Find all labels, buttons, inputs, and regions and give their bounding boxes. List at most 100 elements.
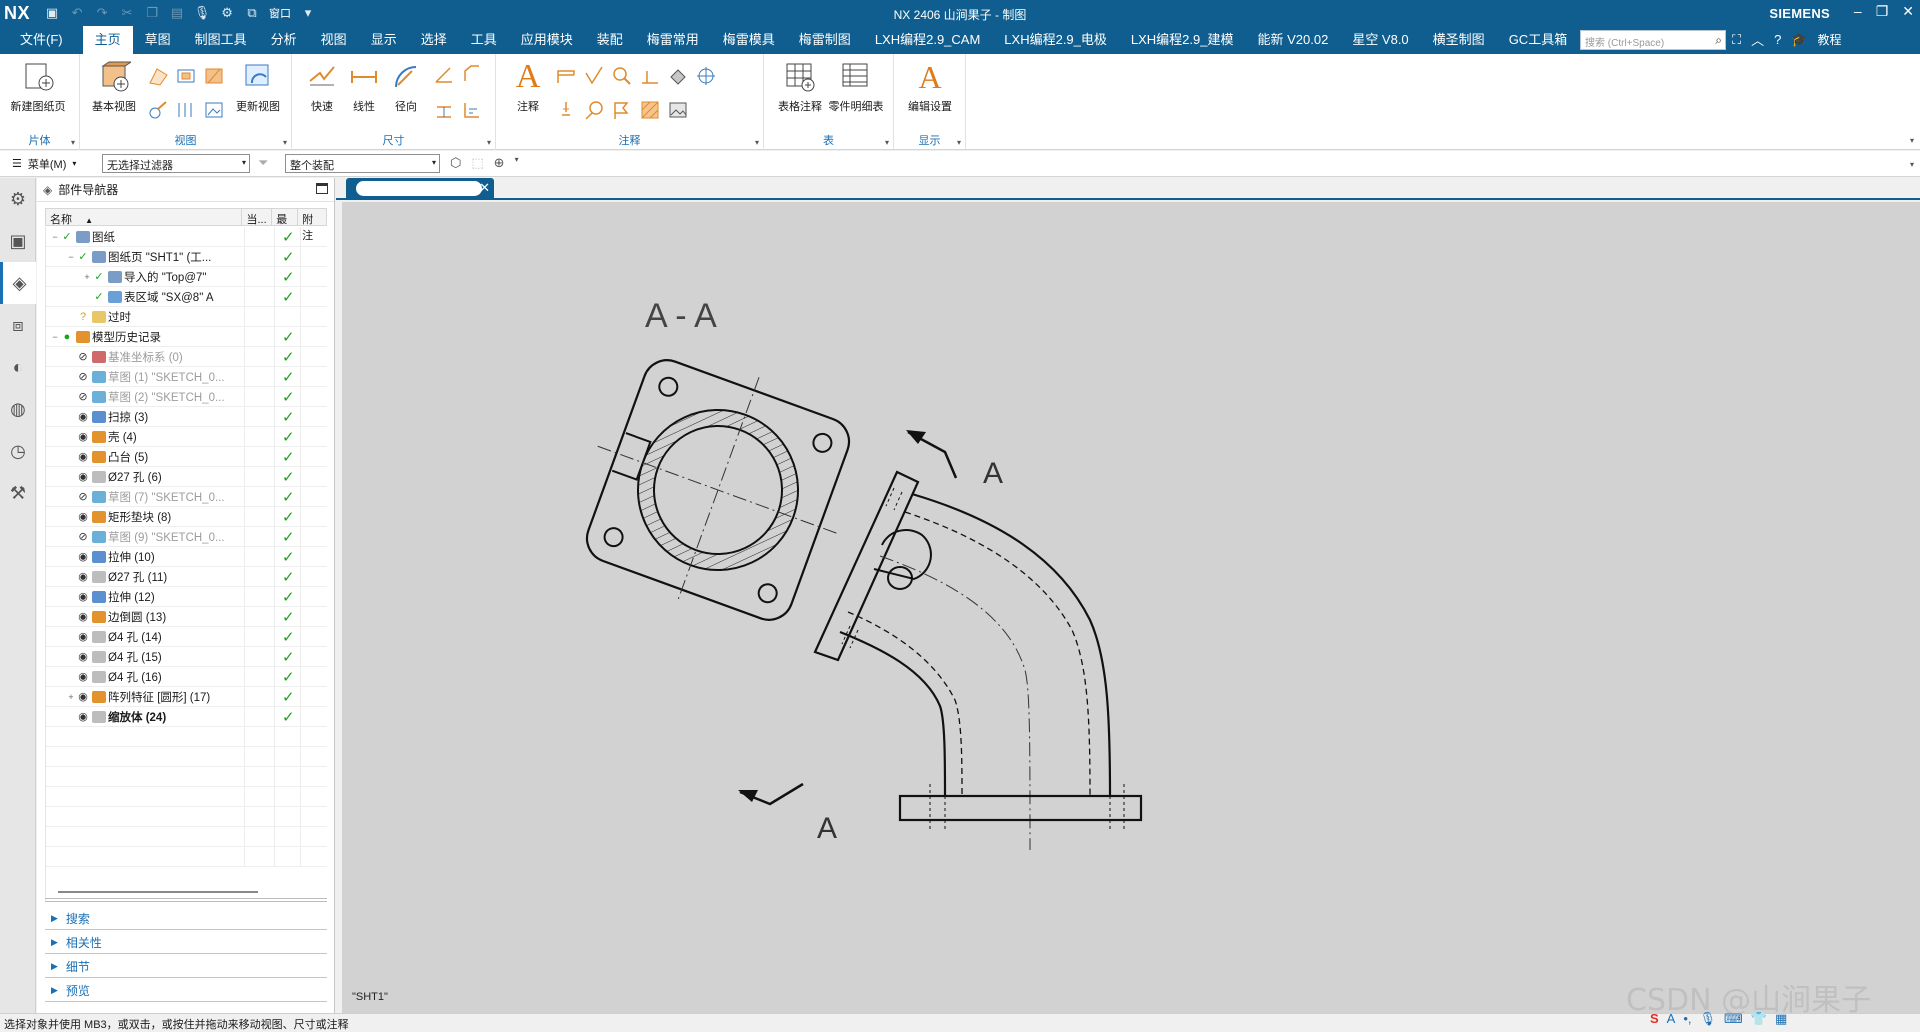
section-dependencies[interactable]: ▶ 相关性 (45, 932, 327, 954)
keyboard-icon[interactable]: ⌨ (1724, 1011, 1743, 1027)
menu-item-3[interactable]: 制图工具 (183, 26, 259, 54)
collapse-icon[interactable]: − (50, 332, 60, 342)
tree-row[interactable]: ◉ 拉伸 (10) ✓ (46, 547, 327, 567)
parts-list-button[interactable]: 零件明细表 (828, 60, 884, 114)
update-view-button[interactable]: 更新视图 (230, 60, 286, 114)
menu-item-8[interactable]: 工具 (459, 26, 509, 54)
section-preview[interactable]: ▶ 预览 (45, 980, 327, 1002)
horizontal-scrollbar[interactable] (58, 891, 258, 893)
tree-row[interactable]: ◉ 缩放体 (24) ✓ (46, 707, 327, 727)
visible-eye-icon[interactable]: ◉ (76, 450, 90, 463)
visibility-check-icon[interactable]: ✓ (92, 270, 106, 283)
tree-row[interactable]: ◉ Ø27 孔 (11) ✓ (46, 567, 327, 587)
tree-row[interactable]: ◉ Ø4 孔 (15) ✓ (46, 647, 327, 667)
tree-row[interactable]: ◉ Ø4 孔 (16) ✓ (46, 667, 327, 687)
reuse-library-icon[interactable]: ⧈ (0, 304, 36, 346)
visible-eye-icon[interactable]: ◉ (76, 470, 90, 483)
visible-eye-icon[interactable]: ◉ (76, 690, 90, 703)
column-notes[interactable]: 附注 (298, 209, 326, 242)
chamfer-dimension-icon[interactable] (460, 62, 484, 86)
tree-row[interactable]: ✓ 表区域 "SX@8" A ✓ (46, 287, 327, 307)
section-label-bottom[interactable]: A (817, 812, 837, 845)
system-materials-icon[interactable]: ⚒ (0, 472, 36, 514)
ime-mode-icon[interactable]: A (1667, 1011, 1676, 1027)
visible-eye-icon[interactable]: ◉ (76, 570, 90, 583)
menu-item-17[interactable]: 能新 V20.02 (1245, 26, 1340, 54)
menu-item-4[interactable]: 分析 (259, 26, 309, 54)
column-latest[interactable]: 最 (272, 209, 299, 226)
filter-funnel-icon[interactable]: ⏷ (258, 155, 268, 171)
feature-control-frame-icon[interactable] (554, 64, 578, 88)
angular-dimension-icon[interactable] (432, 62, 456, 86)
hidden-eye-icon[interactable]: ⊘ (76, 490, 90, 503)
search-icon[interactable]: ⌕ (1715, 33, 1722, 48)
menu-item-16[interactable]: LXH编程2.9_建模 (1119, 26, 1246, 54)
view-boundary-icon[interactable] (202, 98, 226, 122)
flange-section-view[interactable] (557, 333, 880, 646)
window-menu[interactable]: 窗口 (269, 5, 291, 21)
menu-item-7[interactable]: 选择 (409, 26, 459, 54)
hidden-eye-icon[interactable]: ⊘ (76, 370, 90, 383)
menu-item-15[interactable]: LXH编程2.9_电极 (992, 26, 1119, 54)
section-details[interactable]: ▶ 细节 (45, 956, 327, 978)
menu-item-0[interactable]: 文件(F) (0, 26, 83, 54)
visible-eye-icon[interactable]: ◉ (76, 630, 90, 643)
command-search-input[interactable]: 搜索 (Ctrl+Space) ⌕ (1580, 30, 1726, 50)
expand-icon[interactable]: + (66, 692, 76, 702)
customize-qat-icon[interactable]: ▾ (300, 5, 316, 21)
minimize-icon[interactable]: – (1854, 3, 1862, 20)
part-navigator-icon[interactable]: ◈ (0, 262, 36, 304)
voice-input-icon[interactable]: 🎙 (1700, 1011, 1717, 1027)
radial-dimension-button[interactable]: 径向 (378, 60, 434, 114)
main-menu-button[interactable]: ☰ 菜单(M) ▾ (0, 156, 96, 172)
projected-view-icon[interactable] (146, 64, 170, 88)
group-caret-icon[interactable]: ▾ (957, 138, 961, 147)
redo-icon[interactable]: ↷ (94, 5, 110, 21)
section-line-arrow-top[interactable]: A (906, 430, 1003, 490)
hidden-eye-icon[interactable]: ⊘ (76, 350, 90, 363)
tree-row[interactable]: ◉ 边倒圆 (13) ✓ (46, 607, 327, 627)
base-view-button[interactable]: 基本视图 (86, 60, 142, 114)
column-name[interactable]: 名称 ▲ (46, 209, 243, 226)
panel-divider[interactable] (45, 898, 327, 902)
deselect-icon[interactable]: ⬚ (471, 155, 483, 171)
tree-row[interactable]: ◉ 矩形垫块 (8) ✓ (46, 507, 327, 527)
tree-row[interactable]: ⊘ 草图 (2) "SKETCH_0... ✓ (46, 387, 327, 407)
tree-row[interactable]: ◉ 凸台 (5) ✓ (46, 447, 327, 467)
hatch-icon[interactable] (638, 98, 662, 122)
menu-item-9[interactable]: 应用模块 (509, 26, 585, 54)
balloon-icon[interactable] (554, 98, 578, 122)
punctuation-icon[interactable]: •, (1683, 1011, 1691, 1027)
menu-item-12[interactable]: 梅雷模具 (711, 26, 787, 54)
visible-eye-icon[interactable]: ◉ (76, 510, 90, 523)
fill-icon[interactable] (666, 64, 690, 88)
snap-point-icon[interactable]: ⊕ (494, 155, 505, 171)
tree-row[interactable]: ⊘ 草图 (9) "SKETCH_0... ✓ (46, 527, 327, 547)
selection-scope-dropdown[interactable]: 整个装配 ▾ (285, 154, 440, 173)
visible-eye-icon[interactable]: ◉ (76, 430, 90, 443)
image-icon[interactable] (666, 98, 690, 122)
tree-row[interactable]: ◉ 壳 (4) ✓ (46, 427, 327, 447)
tree-row[interactable]: + ✓ 导入的 "Top@7" ✓ (46, 267, 327, 287)
section-line-arrow-bottom[interactable]: A (738, 782, 837, 845)
menu-item-18[interactable]: 星空 V8.0 (1340, 26, 1420, 54)
undo-icon[interactable]: ↶ (69, 5, 85, 21)
maximize-panel-icon[interactable] (316, 183, 328, 194)
elbow-pipe-view[interactable] (813, 470, 1143, 851)
visible-eye-icon[interactable]: ◉ (76, 410, 90, 423)
collapse-icon[interactable]: − (50, 232, 60, 242)
visible-eye-icon[interactable]: ◉ (76, 590, 90, 603)
web-browser-icon[interactable]: ◍ (0, 388, 36, 430)
menu-item-14[interactable]: LXH编程2.9_CAM (863, 26, 992, 54)
note-button[interactable]: A 注释 (500, 58, 556, 114)
tree-row[interactable]: ? 过时 (46, 307, 327, 327)
menu-item-19[interactable]: 横圣制图 (1421, 26, 1497, 54)
visible-eye-icon[interactable]: ◉ (76, 610, 90, 623)
ribbon-expand-icon[interactable]: ▾ (1910, 136, 1914, 145)
menu-item-1[interactable]: 主页 (82, 26, 133, 54)
skin-icon[interactable]: 👕 (1751, 1011, 1767, 1027)
menu-item-2[interactable]: 草图 (133, 26, 183, 54)
centerline-icon[interactable] (694, 64, 718, 88)
select-all-icon[interactable]: ⬡ (450, 155, 461, 171)
tree-row[interactable]: − ✓ 图纸页 "SHT1" (工... ✓ (46, 247, 327, 267)
